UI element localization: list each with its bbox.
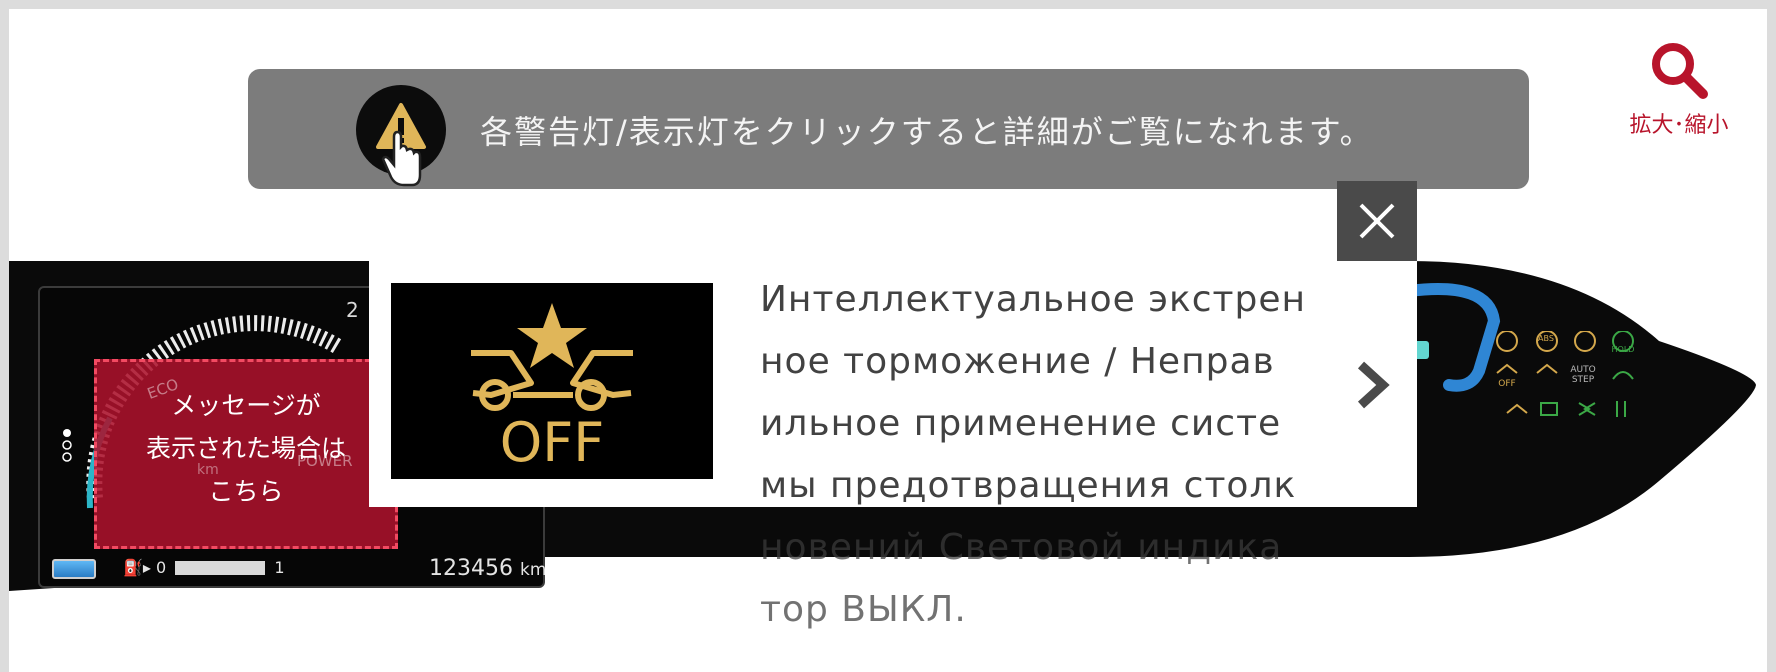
next-button[interactable] <box>1347 357 1399 413</box>
fuel-gauge: ⛽▸ 0 1 <box>123 558 285 577</box>
message-display-link[interactable]: メッセージが 表示された場合は こちら ECO POWER km <box>94 359 398 549</box>
telltale-icons <box>1496 331 1634 417</box>
indicator-description: Интеллектуальное экстрен ное торможение … <box>760 269 1345 641</box>
page: 各警告灯/表示灯をクリックすると詳細がご覧になれます。 拡大･縮小 2 メッセー… <box>9 9 1767 672</box>
abs-lamp[interactable]: ABS <box>1528 334 1564 343</box>
description-line-1: Интеллектуальное экстрен <box>760 279 1307 320</box>
fuel-pump-icon: ⛽▸ <box>123 558 151 577</box>
speed-unit-label: km <box>197 462 219 478</box>
auto-step-lamp[interactable]: AUTO STEP <box>1565 365 1601 385</box>
info-banner: 各警告灯/表示灯をクリックすると詳細がご覧になれます。 <box>248 69 1529 189</box>
description-line-4: мы предотвращения столк <box>760 465 1297 506</box>
indicator-off-label: OFF <box>500 411 605 474</box>
warning-hand-icon <box>356 85 446 187</box>
chevron-right-icon <box>1357 361 1390 409</box>
odometer-value: 123456 <box>429 556 513 581</box>
fuel-max: 1 <box>274 558 285 577</box>
collision-avoidance-off-icon: OFF <box>471 303 633 474</box>
zoom-control[interactable]: 拡大･縮小 <box>1609 39 1749 139</box>
banner-text: 各警告灯/表示灯をクリックすると詳細がご覧になれます。 <box>480 113 1374 151</box>
zoom-label: 拡大･縮小 <box>1629 113 1729 138</box>
fuel-level-bar <box>175 561 266 575</box>
power-label: POWER <box>297 452 353 470</box>
message-line-1: メッセージが <box>171 391 321 420</box>
battery-icon <box>52 559 96 579</box>
description-line-6: тор ВЫКЛ. <box>760 589 967 630</box>
description-line-3: ильное применение систе <box>760 403 1282 444</box>
indicator-detail-popup: OFF Интеллектуальное экстрен ное торможе… <box>369 261 1417 630</box>
hold-lamp[interactable]: HOLD <box>1605 345 1641 354</box>
description-line-2: ное торможение / Неправ <box>760 341 1275 382</box>
cluster-number: 2 <box>346 298 359 322</box>
fuel-min: 0 <box>156 558 167 577</box>
description-line-5: новений Световой индика <box>760 527 1283 568</box>
close-button[interactable] <box>1337 181 1417 261</box>
odometer: 123456 km <box>429 556 546 581</box>
odometer-unit: km <box>519 560 547 580</box>
message-line-3: こちら <box>208 477 284 506</box>
close-icon <box>1359 203 1395 239</box>
off-lamp[interactable]: OFF <box>1489 379 1525 389</box>
indicator-image: OFF <box>391 283 713 479</box>
magnifier-icon <box>1652 43 1708 99</box>
